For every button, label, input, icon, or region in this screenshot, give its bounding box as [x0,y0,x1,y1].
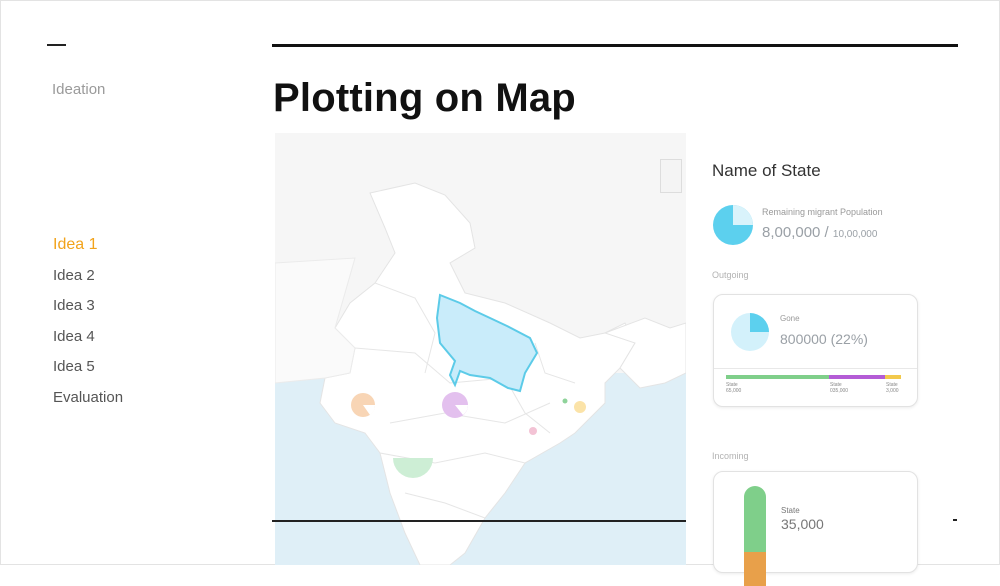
plot-dot-east-green [562,398,568,404]
map-zoom-control[interactable] [660,159,682,193]
map-canvas [275,182,686,565]
stacked-bar-purple [829,375,885,379]
outgoing-label: Outgoing [712,270,749,280]
remaining-value: 8,00,000 [762,224,821,241]
stacked-bar-yellow [885,375,901,379]
page-title: Plotting on Map [273,76,576,120]
bar-label-3-value: 3,000 [886,388,899,394]
state-name-heading: Name of State [712,161,821,180]
top-dash [47,44,66,46]
bottom-rule [272,520,686,522]
remaining-population-value: 8,00,000 / 10,00,000 [762,224,877,241]
section-label: Ideation [52,81,106,98]
outgoing-card[interactable]: Gone 800000 (22%) State 65,000 State 035,0… [713,294,918,407]
bar-label-2-value: 035,000 [830,388,849,394]
card-divider [714,368,917,369]
remaining-total: 10,00,000 [832,229,878,240]
gone-percent: (22%) [830,331,868,347]
gone-label: Gone [780,314,800,323]
sidebar-item-idea-2[interactable]: Idea 2 [53,267,123,298]
bar-label-1: State 65,000 [726,382,741,394]
stacked-bar-green [726,375,829,379]
plot-pie-east [574,401,586,413]
sidebar-item-idea-3[interactable]: Idea 3 [53,297,123,328]
remaining-population-pie [713,205,753,245]
sidebar-item-idea-1[interactable]: Idea 1 [53,236,123,267]
incoming-state-label: State [781,506,800,515]
sidebar-item-idea-5[interactable]: Idea 5 [53,358,123,389]
gone-pie [731,313,769,351]
india-map[interactable] [275,133,686,565]
incoming-label: Incoming [712,451,749,461]
plot-pie-west [351,393,376,417]
remaining-separator: / [820,224,833,241]
gone-number: 800000 [780,331,827,347]
plot-pie-central [442,392,468,418]
incoming-bar-green [744,486,766,552]
bar-label-1-value: 65,000 [726,388,742,394]
bar-label-2: State 035,000 [830,382,848,394]
remaining-population-label: Remaining migrant Population [762,207,883,217]
bottom-dash [953,519,957,521]
bar-label-3: State 3,000 [886,382,899,394]
bay-of-bengal [575,413,686,565]
sidebar-item-idea-4[interactable]: Idea 4 [53,328,123,359]
incoming-bar-orange [744,552,766,586]
incoming-card[interactable]: State 35,000 [713,471,918,586]
incoming-state-value: 35,000 [781,516,824,532]
top-rule [272,44,958,47]
sidebar-nav: Idea 1 Idea 2 Idea 3 Idea 4 Idea 5 Evalu… [53,236,123,419]
plot-dot-east-pink [529,427,537,435]
gone-value: 800000 (22%) [780,331,868,347]
incoming-bar [744,486,766,586]
sidebar-item-evaluation[interactable]: Evaluation [53,389,123,420]
